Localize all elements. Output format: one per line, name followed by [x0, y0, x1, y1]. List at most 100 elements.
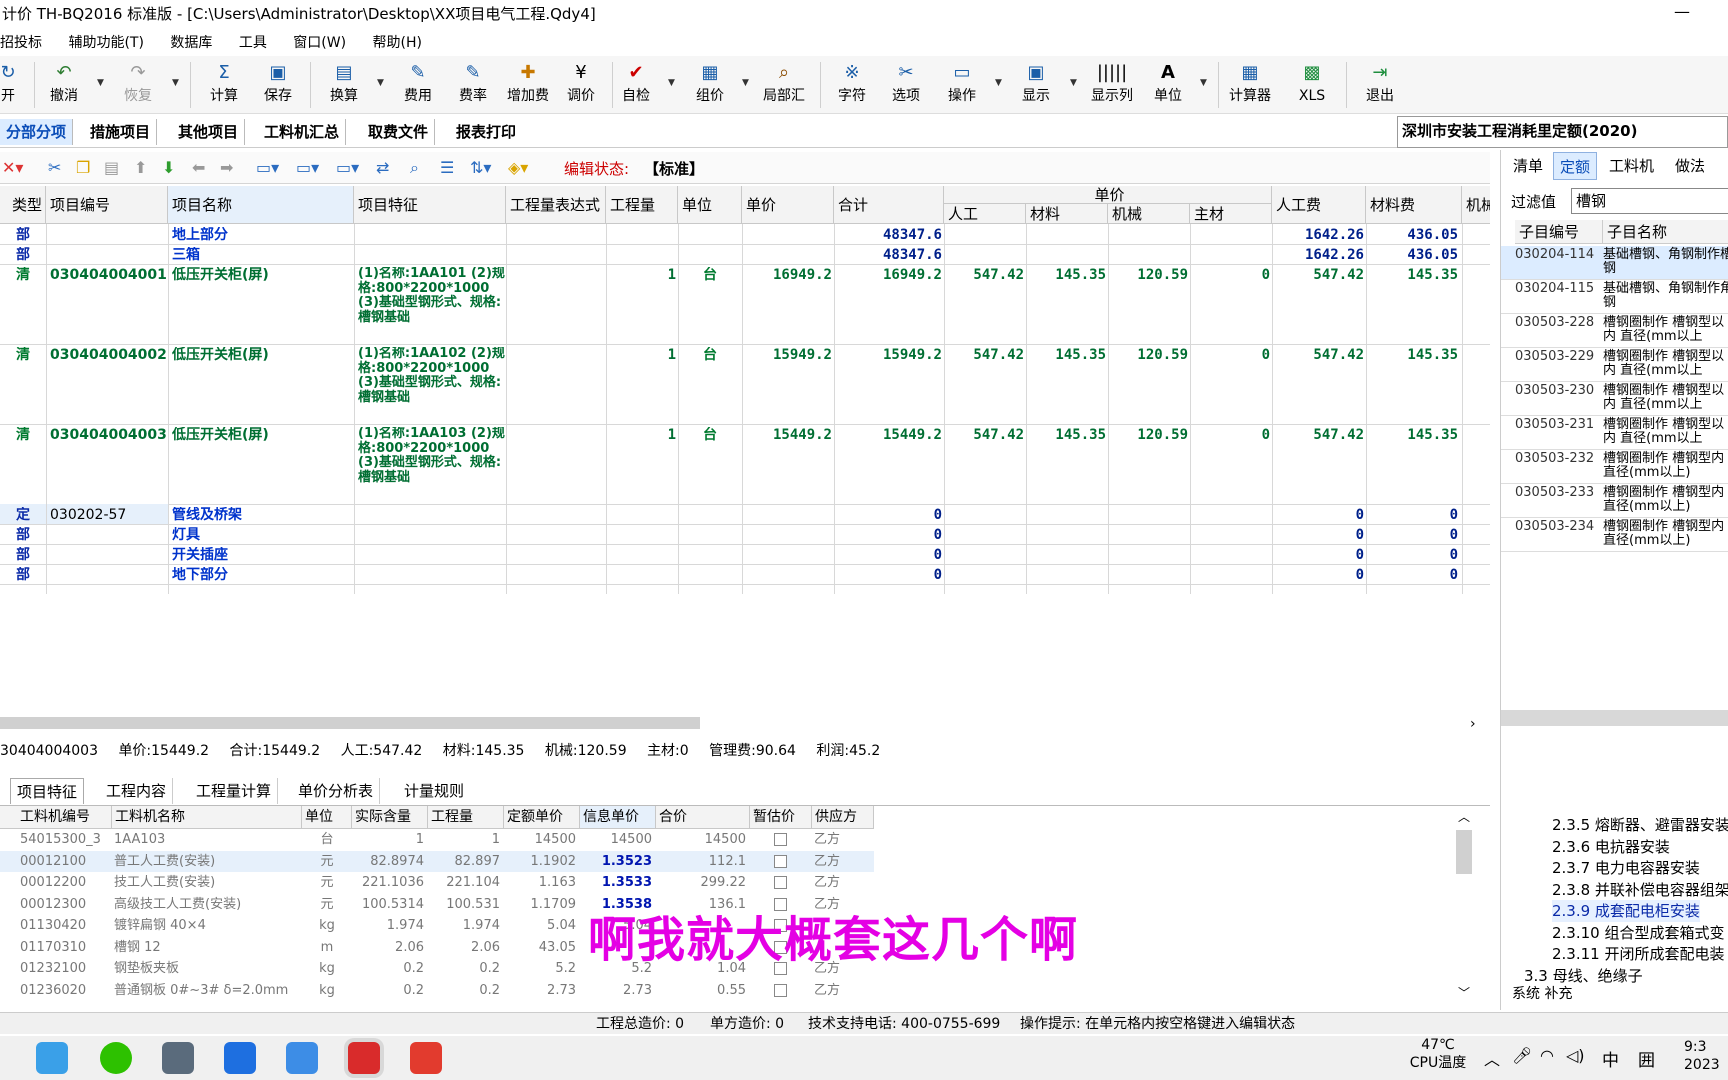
mcell-name[interactable]: 普工人工费(安装) — [114, 851, 300, 872]
cell-type[interactable]: 部 — [0, 567, 46, 583]
mcell-unit[interactable]: m — [302, 937, 352, 958]
mcell-supplier[interactable]: 乙方 — [814, 872, 872, 893]
mcell-content[interactable]: 100.5314 — [352, 894, 424, 915]
cell-total[interactable]: 0 — [834, 527, 942, 543]
cell-feature[interactable]: (1)名称:1AA102 (2)规格:800*2200*1000 (3)基础型钢… — [358, 347, 506, 423]
cell-name[interactable]: 地下部分 — [172, 567, 352, 583]
exit-button[interactable]: ⇥ 退出 — [1352, 60, 1408, 110]
clock[interactable]: 9:3 2023 — [1684, 1038, 1720, 1074]
bcol-content[interactable]: 实际含量 — [352, 806, 428, 829]
mcell-name[interactable]: 钢垫板夹板 — [114, 958, 300, 979]
cell-labor-fee[interactable]: 547.42 — [1272, 267, 1364, 283]
grid-horizontal-scrollbar[interactable] — [0, 717, 700, 729]
cell-labor[interactable]: 547.42 — [944, 347, 1024, 363]
mcell-supplier[interactable]: 乙方 — [814, 851, 872, 872]
cell-material-fee[interactable]: 145.35 — [1366, 427, 1458, 443]
col-machine[interactable]: 机械 — [1108, 204, 1190, 224]
mcell-supplier[interactable]: 乙方 — [814, 980, 872, 1001]
paint-icon[interactable]: ◈▾ — [508, 158, 528, 177]
add-fee-button[interactable]: ✚ 增加费 — [500, 60, 556, 110]
cell-name[interactable]: 低压开关柜(屏) — [172, 347, 352, 363]
tab-report-print[interactable]: 报表打印 — [450, 119, 522, 145]
col-qty[interactable]: 工程量 — [606, 186, 678, 224]
find-icon[interactable]: ⌕ — [410, 158, 419, 178]
bcol-supplier[interactable]: 供应方 — [812, 806, 874, 829]
block-icon[interactable]: ▭▾ — [256, 158, 279, 177]
columns-button[interactable]: ||||| 显示列 — [1084, 60, 1140, 110]
mcell-code[interactable]: 00012100 — [20, 851, 110, 872]
bcol-name[interactable]: 工料机名称 — [112, 806, 302, 829]
replace-icon[interactable]: ⇄ — [376, 158, 389, 177]
mcell-info[interactable]: 1.3533 — [580, 872, 652, 893]
menu-bid[interactable]: 招投标 — [0, 30, 42, 56]
cell-price[interactable]: 15449.2 — [742, 427, 832, 443]
cell-name[interactable]: 地上部分 — [172, 227, 352, 243]
mcell-quota[interactable]: 2.73 — [504, 980, 576, 1001]
tree-node[interactable]: 2.3.11 开闭所成套配电装 — [1552, 943, 1724, 965]
cell-material-fee[interactable]: 0 — [1366, 527, 1458, 543]
filter-input[interactable]: 槽钢 — [1571, 188, 1728, 214]
fee-button[interactable]: ✎ 费用 — [390, 60, 446, 110]
tree-node[interactable]: 2.3.7 电力电容器安装 — [1552, 857, 1700, 879]
convert-dropdown-icon[interactable]: ▼ — [377, 78, 384, 88]
quota-row[interactable]: 030503-234 槽钢圈制作 槽钢型内 直径(mm以上) — [1501, 518, 1728, 552]
mcell-info[interactable]: 14500 — [580, 829, 652, 850]
mcell-name[interactable]: 镀锌扁钢 40×4 — [114, 915, 300, 936]
cell-material-fee[interactable]: 0 — [1366, 567, 1458, 583]
tree-node[interactable]: 2.3.5 熔断器、避雷器安装 — [1552, 814, 1728, 836]
tab-measures[interactable]: 措施项目 — [84, 119, 158, 145]
cell-price[interactable]: 16949.2 — [742, 267, 832, 283]
calculator-app-icon[interactable] — [162, 1042, 194, 1074]
col-feature[interactable]: 项目特征 — [354, 186, 506, 224]
undo-button[interactable]: ↶ 撤消 — [36, 60, 92, 110]
ime-indicator[interactable]: 中 — [1602, 1046, 1619, 1071]
cell-type[interactable]: 定 — [0, 507, 46, 523]
cell-total[interactable]: 16949.2 — [834, 267, 942, 283]
cell-name[interactable]: 灯具 — [172, 527, 352, 543]
cell-code[interactable]: 030404004002 — [50, 347, 168, 363]
cell-labor-fee[interactable]: 0 — [1272, 567, 1364, 583]
group-price-button[interactable]: ▦ 组价 — [682, 60, 738, 110]
mcell-name[interactable]: 1AA103 — [114, 829, 300, 850]
cell-type[interactable]: 部 — [0, 547, 46, 563]
rtab-quota[interactable]: 定额 — [1553, 152, 1598, 180]
arrow-right-icon[interactable]: ➡ — [220, 158, 233, 177]
cell-labor-fee[interactable]: 1642.26 — [1272, 247, 1364, 263]
mcell-qty[interactable]: 1.974 — [428, 915, 500, 936]
convert-button[interactable]: ▤ 换算 — [316, 60, 372, 110]
tray-expand-icon[interactable]: ︿ — [1484, 1046, 1500, 1070]
ime-grid-icon[interactable]: 囲 — [1638, 1046, 1655, 1071]
cell-total[interactable]: 0 — [834, 567, 942, 583]
quota-standard-select[interactable]: 深圳市安装工程消耗里定额(2020) — [1397, 116, 1728, 148]
menu-help[interactable]: 帮助(H) — [373, 30, 422, 56]
cell-code[interactable]: 030404004001 — [50, 267, 168, 283]
mcell-code[interactable]: 54015300_3 — [20, 829, 110, 850]
mcell-sum[interactable]: 14500 — [656, 829, 746, 850]
unit-dropdown-icon[interactable]: ▼ — [1200, 78, 1207, 88]
rate-button[interactable]: ✎ 费率 — [445, 60, 501, 110]
self-check-dropdown-icon[interactable]: ▼ — [668, 78, 675, 88]
mcell-content[interactable]: 0.2 — [352, 958, 424, 979]
mcell-name[interactable]: 槽钢 12 — [114, 937, 300, 958]
tab-material-summary[interactable]: 工料机汇总 — [258, 119, 347, 145]
mcell-content[interactable]: 2.06 — [352, 937, 424, 958]
mcell-unit[interactable]: kg — [302, 958, 352, 979]
col-expr[interactable]: 工程量表达式 — [506, 186, 606, 224]
estimate-checkbox[interactable] — [774, 876, 787, 889]
wps-icon[interactable] — [410, 1042, 442, 1074]
save-button[interactable]: ▣ 保存 — [250, 60, 306, 110]
cell-labor[interactable]: 547.42 — [944, 267, 1024, 283]
cell-qty[interactable]: 1 — [606, 347, 676, 363]
paste-icon[interactable]: ▤ — [104, 158, 119, 177]
calculate-button[interactable]: Σ 计算 — [196, 60, 252, 110]
mcell-unit[interactable]: 元 — [302, 851, 352, 872]
cell-labor-fee[interactable]: 0 — [1272, 507, 1364, 523]
undo-dropdown-icon[interactable]: ▼ — [97, 78, 104, 88]
quota-row[interactable]: 030503-231 槽钢圈制作 槽钢型以内 直径(mm以上 — [1501, 416, 1728, 450]
tab-measure-rules[interactable]: 计量规则 — [398, 778, 470, 804]
material-vertical-scrollbar[interactable] — [1456, 830, 1472, 874]
microphone-icon[interactable]: 🎤︎ — [1512, 1046, 1532, 1065]
mcell-code[interactable]: 01130420 — [20, 915, 110, 936]
scroll-right-icon[interactable]: › — [1470, 716, 1476, 732]
mcell-content[interactable]: 82.8974 — [352, 851, 424, 872]
